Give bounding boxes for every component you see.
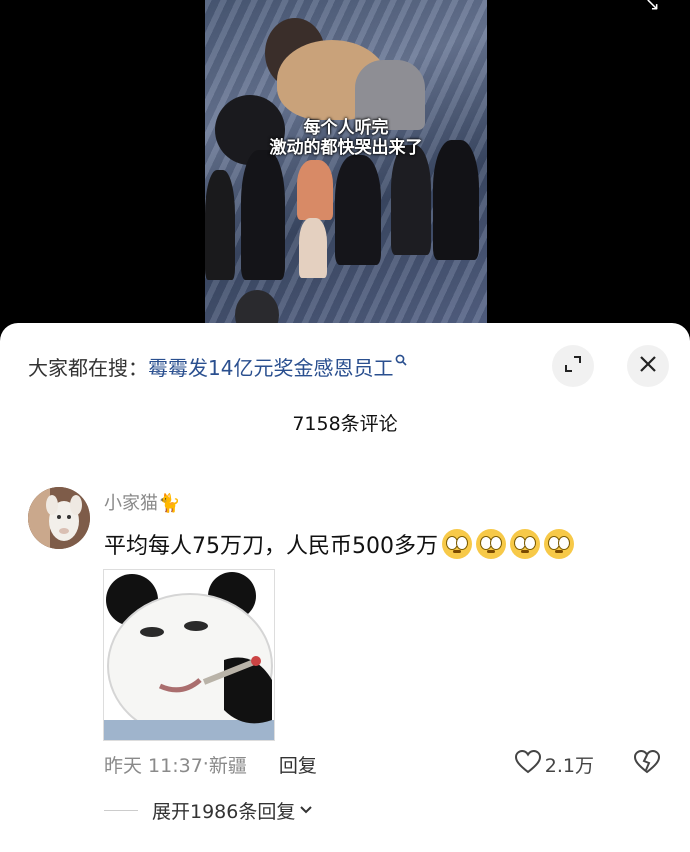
chevron-down-icon <box>299 805 313 815</box>
video-caption-line1: 每个人听完 <box>303 118 389 138</box>
username-text: 小家猫🐈 <box>104 493 181 514</box>
meme-image[interactable] <box>103 569 275 741</box>
panda-meme-illustration <box>104 570 274 740</box>
trending-search-prefix: 大家都在搜： <box>28 355 148 380</box>
avatar[interactable] <box>28 487 90 549</box>
comment-location: 新疆 <box>208 754 247 777</box>
video-frame[interactable]: 每个人听完 激动的都快哭出来了 <box>205 0 487 340</box>
goat-avatar-image <box>28 487 90 549</box>
expand-replies-label: 展开1986条回复 <box>152 800 296 823</box>
video-player[interactable]: ↘ 每个人听完 激动的都快哭出来了 <box>0 0 690 340</box>
comments-sheet: 大家都在搜： 霉霉发14亿元奖金感恩员工 7158条评论 小家猫🐈 平均每人75… <box>0 323 690 852</box>
expand-replies-button[interactable]: 展开1986条回复 <box>104 795 313 825</box>
search-icon <box>395 354 408 370</box>
reply-button[interactable]: 回复 <box>279 751 317 778</box>
person-figure <box>335 155 381 265</box>
flushed-face-emoji <box>476 529 506 559</box>
person-figure <box>391 145 431 255</box>
divider-line <box>104 809 138 811</box>
trending-search[interactable]: 大家都在搜： 霉霉发14亿元奖金感恩员工 <box>28 349 408 383</box>
flushed-face-emoji <box>510 529 540 559</box>
comment-time: 昨天 11:37 <box>104 754 203 777</box>
comment-count: 7158条评论 <box>292 413 398 435</box>
chevron-icon: ↘ <box>644 0 660 15</box>
person-figure <box>297 160 333 220</box>
trending-search-term[interactable]: 霉霉发14亿元奖金感恩员工 <box>148 352 393 381</box>
heart-icon <box>514 749 541 779</box>
person-figure <box>205 170 235 280</box>
person-figure <box>241 150 285 280</box>
collapse-icon <box>564 355 582 377</box>
comment-text: 平均每人75万刀，人民币500多万 <box>104 534 438 559</box>
dislike-button[interactable] <box>633 749 661 779</box>
comment-username[interactable]: 小家猫🐈 <box>104 489 180 515</box>
flushed-face-emoji <box>442 529 472 559</box>
comment-body: 平均每人75万刀，人民币500多万 <box>104 528 574 560</box>
close-button[interactable] <box>627 345 669 387</box>
like-count: 2.1万 <box>544 754 594 777</box>
broken-heart-icon <box>633 749 661 778</box>
person-figure <box>299 218 327 278</box>
person-figure <box>433 140 479 260</box>
like-button[interactable]: 2.1万 <box>514 749 594 779</box>
video-caption-line2: 激动的都快哭出来了 <box>269 138 423 158</box>
collapse-button[interactable] <box>552 345 594 387</box>
close-icon <box>639 355 657 377</box>
flushed-face-emoji <box>544 529 574 559</box>
